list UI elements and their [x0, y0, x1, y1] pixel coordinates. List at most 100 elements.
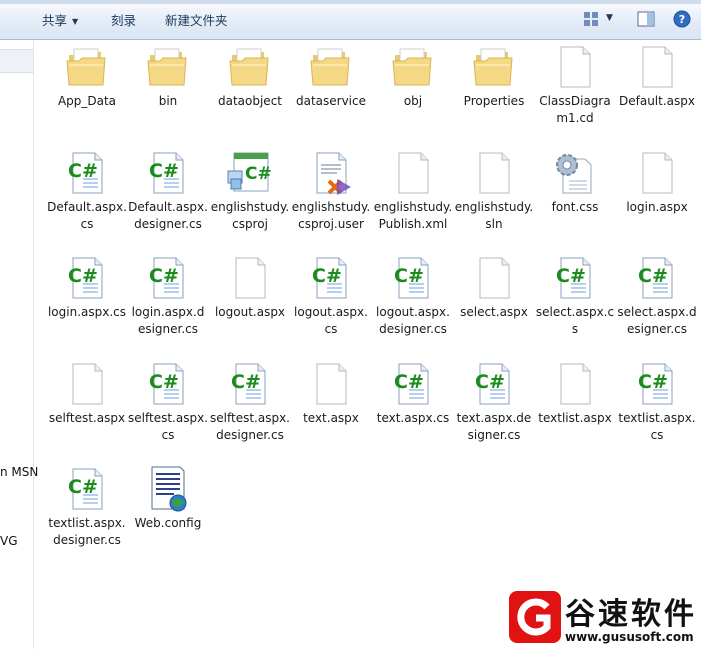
file-item[interactable]: C# login.aspx.cs — [47, 254, 127, 321]
file-item[interactable]: C# Default.aspx.cs — [47, 149, 127, 233]
folder-icon — [291, 43, 371, 91]
file-name-label: font.css — [551, 200, 599, 214]
file-name-label: select.aspx.designer.cs — [617, 305, 697, 336]
file-item[interactable]: C# selftest.aspx.cs — [128, 360, 208, 444]
svg-text:C#: C# — [475, 371, 505, 393]
preview-pane-icon[interactable] — [637, 11, 655, 30]
file-item[interactable]: C# logout.aspx.designer.cs — [373, 254, 453, 338]
file-item[interactable]: textlist.aspx — [535, 360, 615, 427]
file-item[interactable]: Default.aspx — [617, 43, 697, 110]
csharp-file-icon: C# — [291, 254, 371, 302]
file-item[interactable]: obj — [373, 43, 453, 110]
folder-icon — [128, 43, 208, 91]
file-name-label: dataservice — [295, 94, 366, 108]
file-item[interactable]: Web.config — [128, 465, 208, 532]
file-item[interactable]: selftest.aspx — [47, 360, 127, 427]
blank-file-icon — [373, 149, 453, 197]
svg-text:C#: C# — [68, 265, 98, 287]
file-item[interactable]: C# textlist.aspx.cs — [617, 360, 697, 444]
blank-file-icon — [454, 254, 534, 302]
csharp-file-icon: C# — [535, 254, 615, 302]
csharp-file-icon: C# — [210, 360, 290, 408]
file-item[interactable]: C# Default.aspx.designer.cs — [128, 149, 208, 233]
chevron-down-icon: ▼ — [72, 17, 79, 26]
file-item[interactable]: dataservice — [291, 43, 371, 110]
file-item[interactable]: englishstudy.Publish.xml — [373, 149, 453, 233]
file-item[interactable]: dataobject — [210, 43, 290, 110]
file-name-label: logout.aspx.designer.cs — [376, 305, 450, 336]
svg-text:C#: C# — [638, 371, 668, 393]
file-item[interactable]: login.aspx — [617, 149, 697, 216]
folder-icon — [47, 43, 127, 91]
file-item[interactable]: select.aspx — [454, 254, 534, 321]
svg-text:C#: C# — [394, 265, 424, 287]
project-user-file-icon — [291, 149, 371, 197]
file-name-label: Properties — [463, 94, 525, 108]
file-name-label: englishstudy.csproj.user — [291, 200, 371, 231]
file-item[interactable]: logout.aspx — [210, 254, 290, 321]
file-item[interactable]: ClassDiagram1.cd — [535, 43, 615, 127]
csharp-file-icon: C# — [47, 254, 127, 302]
file-item[interactable]: bin — [128, 43, 208, 110]
watermark-title: 谷速软件 — [565, 597, 697, 632]
file-item[interactable]: C# text.aspx.cs — [373, 360, 453, 427]
config-file-icon — [128, 465, 208, 513]
svg-text:C#: C# — [638, 265, 668, 287]
watermark-logo-icon — [509, 591, 561, 643]
file-name-label: englishstudy.sln — [454, 200, 534, 231]
nav-selected-item[interactable] — [0, 49, 34, 73]
file-name-label: text.aspx.designer.cs — [456, 411, 532, 442]
csharp-file-icon: C# — [617, 360, 697, 408]
file-item[interactable]: englishstudy.csproj.user — [291, 149, 371, 233]
file-item[interactable]: C# selftest.aspx.designer.cs — [210, 360, 290, 444]
file-item[interactable]: C# select.aspx.cs — [535, 254, 615, 338]
svg-text:?: ? — [679, 13, 685, 26]
file-name-label: Default.aspx — [619, 94, 695, 108]
nav-item-msn[interactable]: n MSN — [0, 465, 38, 479]
file-item[interactable]: font.css — [535, 149, 615, 216]
file-name-label: dataobject — [217, 94, 282, 108]
nav-item-vg[interactable]: VG — [0, 534, 18, 548]
file-name-label: textlist.aspx.designer.cs — [48, 516, 126, 547]
css-gear-file-icon — [535, 149, 615, 197]
watermark-url: www.gususoft.com — [565, 630, 694, 644]
view-dropdown-chevron-icon[interactable]: ▼ — [606, 13, 613, 23]
help-icon[interactable]: ? — [673, 10, 691, 31]
blank-file-icon — [535, 43, 615, 91]
svg-text:C#: C# — [312, 265, 342, 287]
file-item[interactable]: C# textlist.aspx.designer.cs — [47, 465, 127, 549]
svg-text:C#: C# — [68, 476, 98, 498]
csharp-file-icon: C# — [47, 465, 127, 513]
file-name-label: bin — [158, 94, 178, 108]
file-item[interactable]: C# text.aspx.designer.cs — [454, 360, 534, 444]
file-name-label: selftest.aspx.cs — [128, 411, 208, 442]
file-name-label: Web.config — [134, 516, 202, 530]
share-button[interactable]: 共享 ▼ — [42, 11, 78, 31]
file-name-label: select.aspx.cs — [535, 305, 615, 336]
file-name-label: login.aspx.designer.cs — [131, 305, 205, 336]
file-item[interactable]: C# select.aspx.designer.cs — [617, 254, 697, 338]
file-item[interactable]: C# logout.aspx.cs — [291, 254, 371, 338]
blank-file-icon — [210, 254, 290, 302]
folder-icon — [373, 43, 453, 91]
file-name-label: logout.aspx — [214, 305, 286, 319]
file-name-label: selftest.aspx.designer.cs — [210, 411, 290, 442]
svg-text:C#: C# — [149, 265, 179, 287]
svg-text:C#: C# — [245, 164, 272, 184]
file-name-label: logout.aspx.cs — [294, 305, 368, 336]
svg-text:C#: C# — [149, 371, 179, 393]
file-item[interactable]: englishstudy.sln — [454, 149, 534, 233]
file-item[interactable]: C# englishstudy.csproj — [210, 149, 290, 233]
file-name-label: obj — [403, 94, 423, 108]
blank-file-icon — [291, 360, 371, 408]
new-folder-button[interactable]: 新建文件夹 — [165, 11, 228, 31]
file-item[interactable]: text.aspx — [291, 360, 371, 427]
burn-button[interactable]: 刻录 — [111, 11, 136, 31]
file-item[interactable]: Properties — [454, 43, 534, 110]
file-item[interactable]: App_Data — [47, 43, 127, 110]
svg-text:C#: C# — [556, 265, 586, 287]
view-options-icon[interactable] — [583, 11, 599, 30]
file-item[interactable]: C# login.aspx.designer.cs — [128, 254, 208, 338]
csharp-file-icon: C# — [454, 360, 534, 408]
file-name-label: login.aspx — [626, 200, 688, 214]
